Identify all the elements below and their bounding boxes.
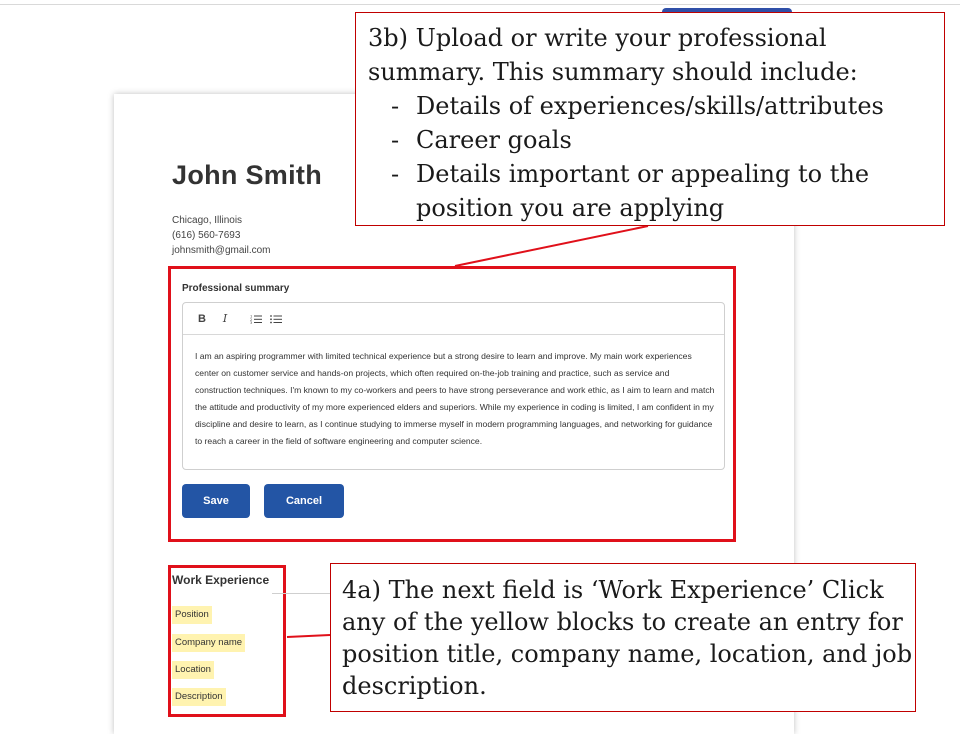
connector-4a — [286, 634, 331, 638]
callout-3b-list: Details of experiences/skills/attributes… — [368, 89, 944, 225]
callout-3b-bullet: Details important or appealing to the po… — [368, 157, 944, 225]
description-field[interactable]: Description — [172, 688, 226, 706]
callout-3b-bullet: Career goals — [368, 123, 944, 157]
position-field[interactable]: Position — [172, 606, 212, 624]
callout-3b-intro: 3b) Upload or write your professional su… — [368, 24, 858, 86]
callout-step-4a: 4a) The next field is ‘Work Experience’ … — [330, 563, 916, 712]
company-name-field[interactable]: Company name — [172, 634, 246, 652]
callout-step-3b: 3b) Upload or write your professional su… — [355, 12, 945, 226]
connector-3b — [454, 225, 649, 267]
location-field[interactable]: Location — [172, 661, 214, 679]
work-experience-title: Work Experience — [172, 573, 270, 587]
callout-3b-bullet: Details of experiences/skills/attributes — [368, 89, 944, 123]
work-experience-divider — [272, 593, 332, 594]
